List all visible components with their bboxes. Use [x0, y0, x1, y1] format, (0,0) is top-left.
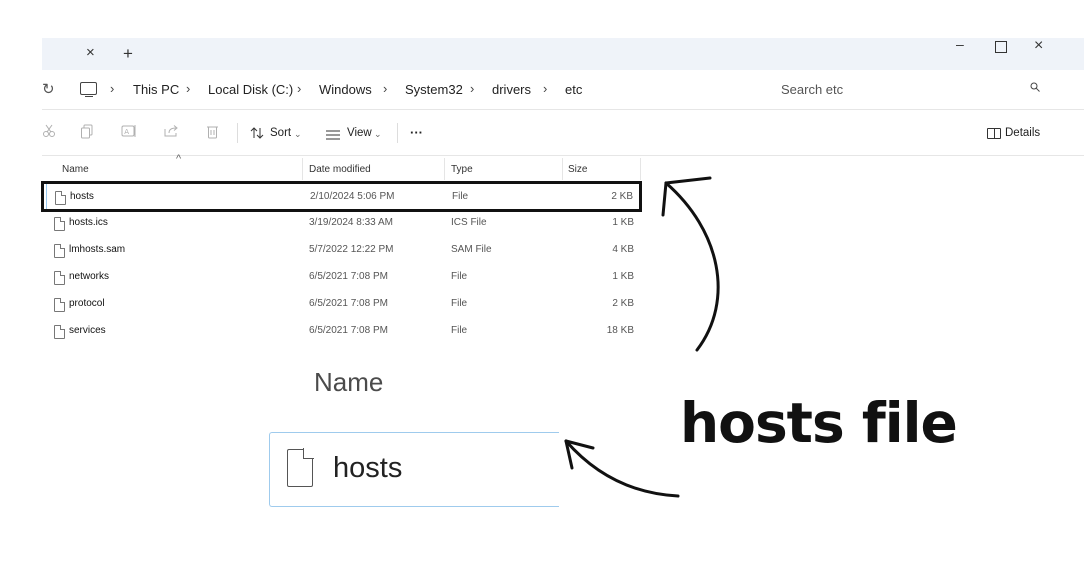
arrow-to-zoom-icon	[564, 439, 680, 498]
arrow-to-list-icon	[661, 176, 720, 352]
annotation-arrows	[564, 176, 720, 498]
